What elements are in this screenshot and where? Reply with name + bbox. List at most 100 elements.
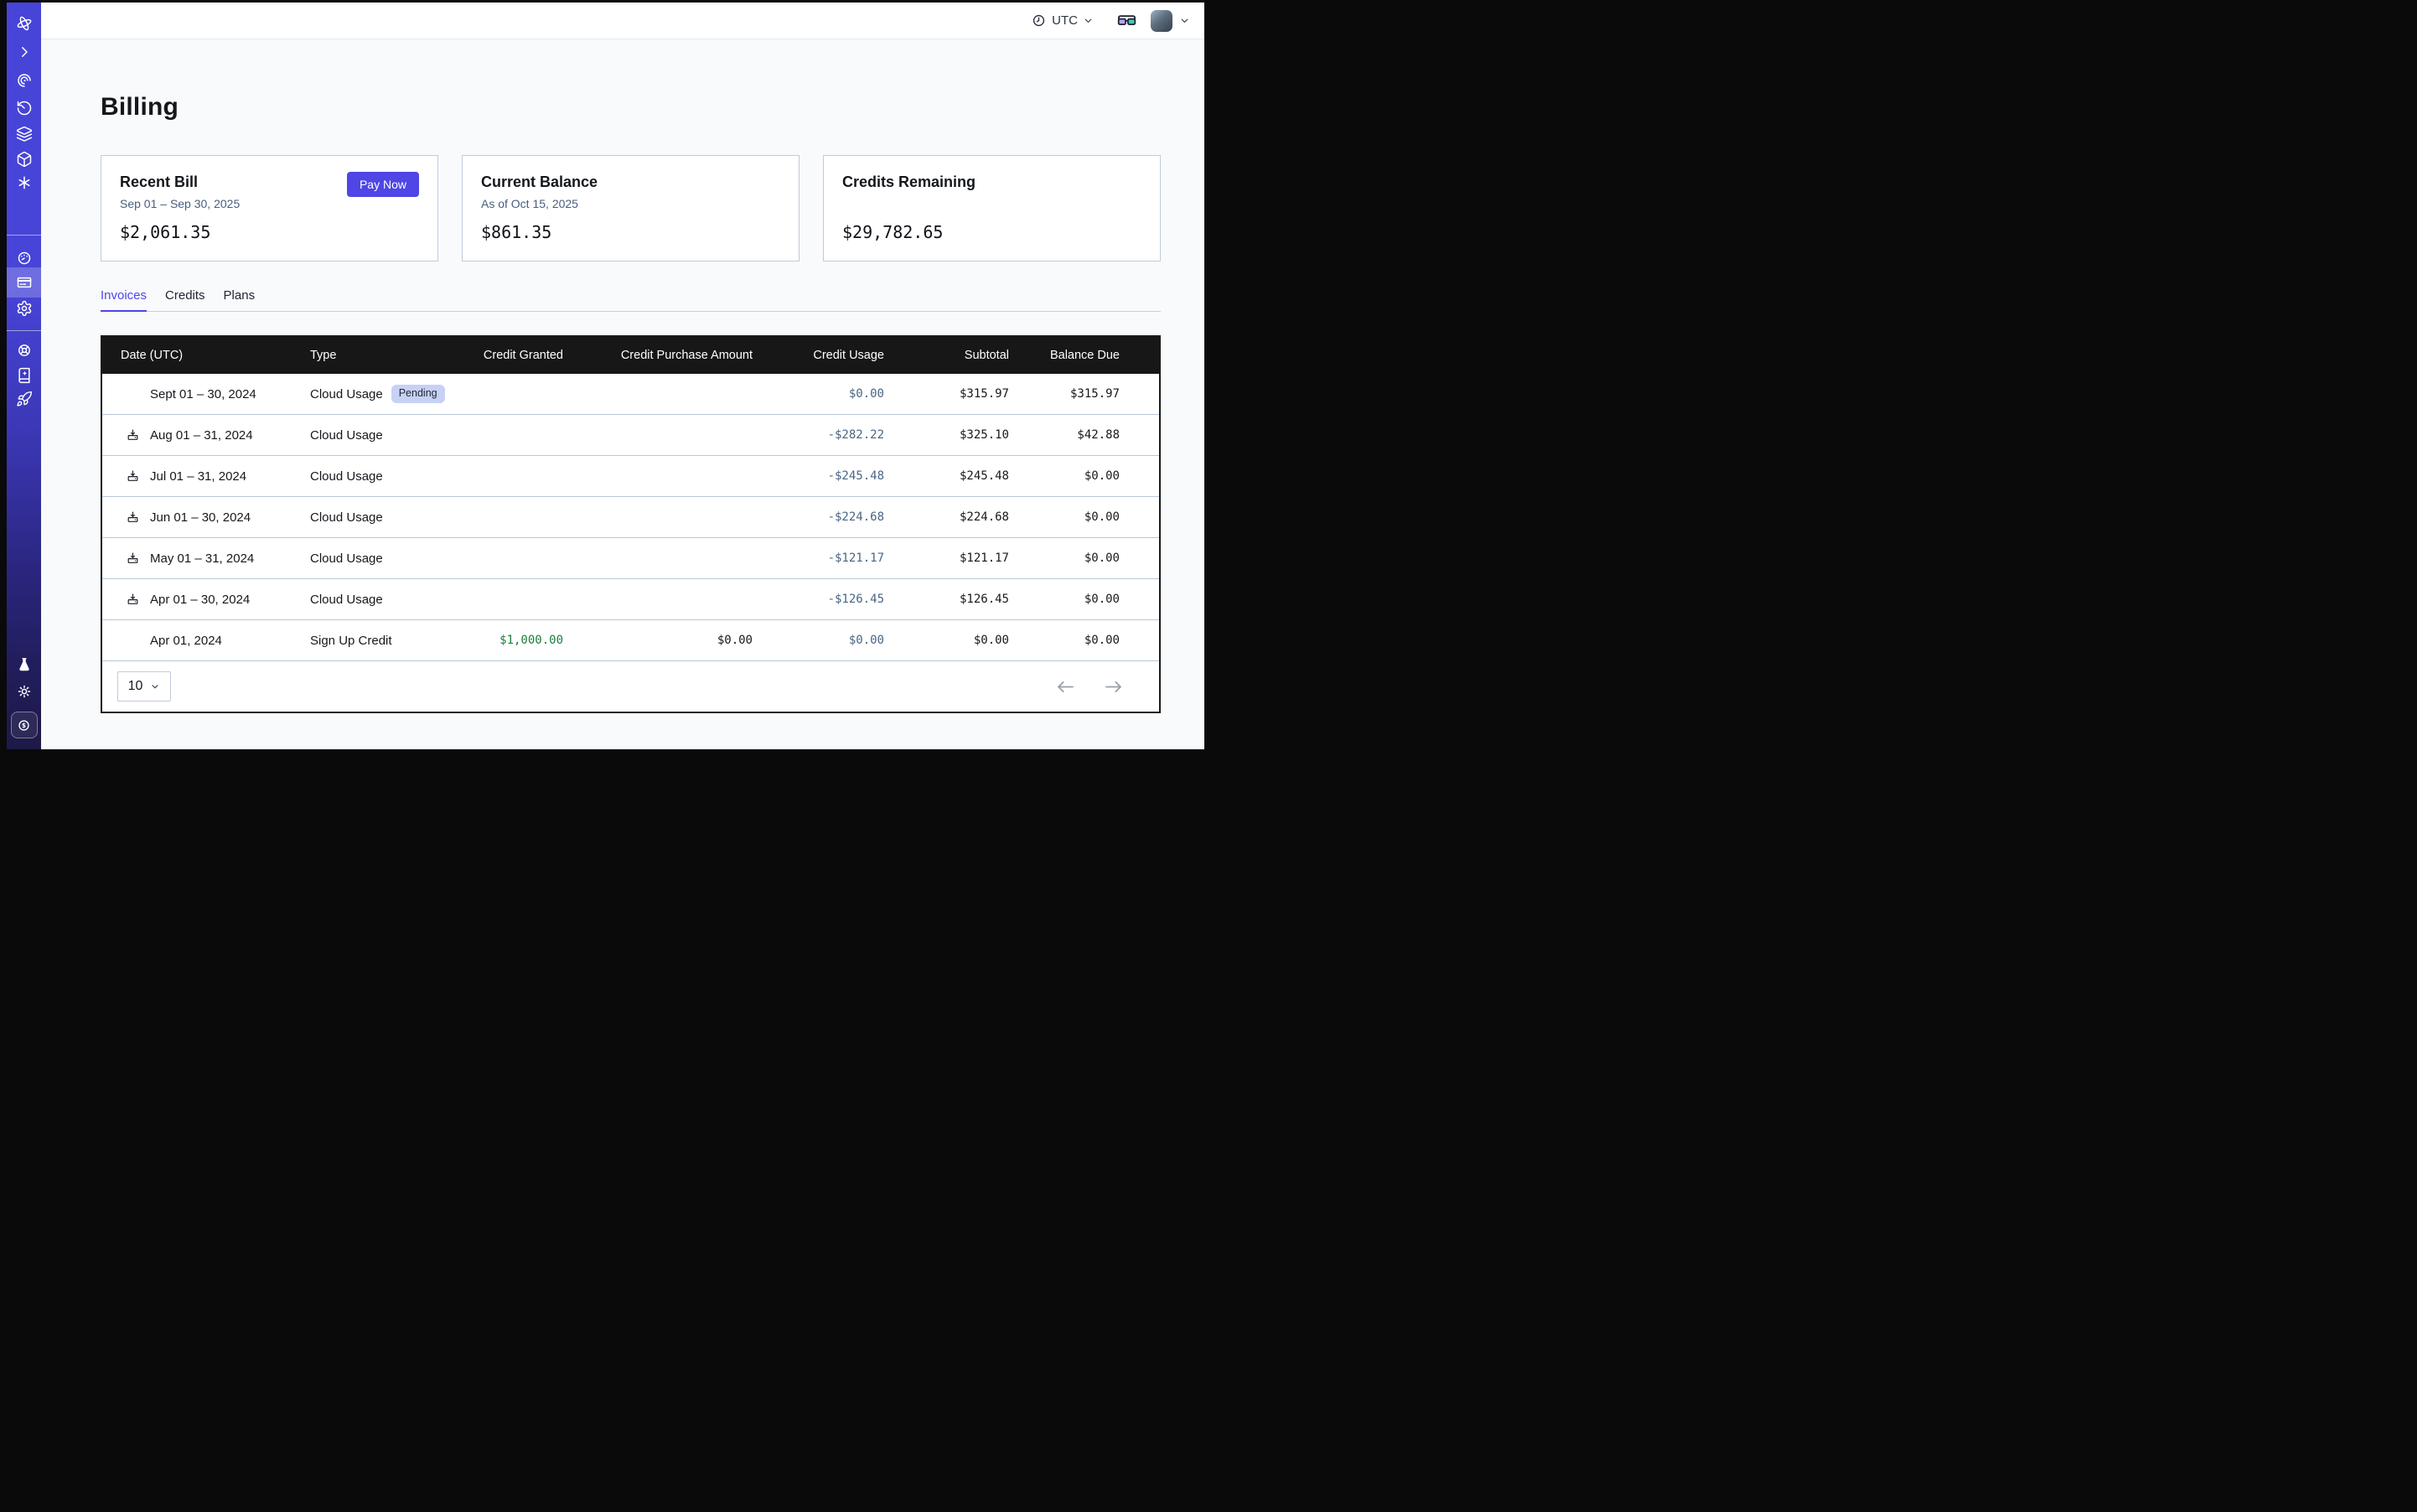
next-page-arrow-icon[interactable] bbox=[1104, 680, 1123, 694]
download-icon[interactable] bbox=[127, 469, 139, 483]
sidebar-item-billing[interactable] bbox=[7, 267, 41, 298]
table-row: Aug 01 – 31, 2024 Cloud Usage -$282.22 $… bbox=[102, 415, 1159, 456]
card-subtitle bbox=[842, 197, 1141, 211]
balance-due-cell: $315.97 bbox=[1009, 387, 1159, 401]
subtotal-cell: $0.00 bbox=[884, 634, 1009, 647]
sidebar-item-spiral[interactable] bbox=[7, 67, 41, 94]
chevron-down-icon bbox=[1083, 15, 1094, 26]
invoice-date: Apr 01 – 30, 2024 bbox=[150, 593, 250, 607]
ship-wheel-icon bbox=[16, 342, 33, 359]
tab-plans[interactable]: Plans bbox=[224, 288, 256, 311]
column-header: Subtotal bbox=[884, 349, 1009, 362]
credit-usage-cell: $0.00 bbox=[753, 634, 884, 647]
invoice-date-cell: Jun 01 – 30, 2024 bbox=[102, 510, 302, 525]
sidebar: $ bbox=[7, 3, 41, 749]
invoice-date-cell: May 01 – 31, 2024 bbox=[102, 551, 302, 566]
subtotal-cell: $121.17 bbox=[884, 551, 1009, 565]
timezone-label: UTC bbox=[1052, 13, 1078, 28]
sidebar-item-asterisk[interactable] bbox=[7, 169, 41, 196]
credit-usage-cell: -$245.48 bbox=[753, 469, 884, 483]
invoice-date-cell: Apr 01 – 30, 2024 bbox=[102, 593, 302, 607]
sidebar-item-layers[interactable] bbox=[7, 121, 41, 148]
credit-granted-cell: $1,000.00 bbox=[479, 634, 563, 647]
3d-glasses-button[interactable] bbox=[1116, 10, 1137, 31]
invoice-date: Jul 01 – 31, 2024 bbox=[150, 469, 246, 484]
table-header: Date (UTC) Type Credit Granted Credit Pu… bbox=[102, 337, 1159, 374]
card-subtitle: As of Oct 15, 2025 bbox=[481, 197, 780, 211]
flask-icon bbox=[16, 656, 33, 673]
topbar: UTC bbox=[41, 3, 1204, 39]
pagination-controls bbox=[1056, 680, 1123, 694]
card-subtitle: Sep 01 – Sep 30, 2025 bbox=[120, 197, 419, 211]
invoice-type: Cloud Usage bbox=[310, 428, 383, 443]
previous-page-arrow-icon[interactable] bbox=[1056, 680, 1075, 694]
sidebar-item-settings[interactable] bbox=[7, 295, 41, 322]
invoice-date: Apr 01, 2024 bbox=[150, 634, 222, 648]
timezone-selector[interactable]: UTC bbox=[1032, 13, 1094, 28]
subtotal-cell: $126.45 bbox=[884, 593, 1009, 606]
balance-due-cell: $42.88 bbox=[1009, 428, 1159, 442]
user-avatar[interactable] bbox=[1151, 10, 1172, 32]
gauge-icon bbox=[16, 250, 33, 267]
tab-invoices[interactable]: Invoices bbox=[101, 288, 147, 312]
orbit-logo-icon[interactable] bbox=[7, 10, 41, 37]
sidebar-item-support[interactable] bbox=[7, 337, 41, 364]
credit-usage-cell: -$224.68 bbox=[753, 510, 884, 524]
book-sparkle-icon bbox=[16, 367, 33, 384]
status-badge: Pending bbox=[391, 385, 445, 403]
sidebar-item-credits-offer[interactable]: $ bbox=[7, 711, 41, 739]
column-header: Credit Granted bbox=[479, 349, 563, 362]
sidebar-item-theme[interactable] bbox=[7, 678, 41, 705]
current-balance-card: Current Balance As of Oct 15, 2025 $861.… bbox=[462, 155, 800, 261]
page-title: Billing bbox=[101, 92, 1161, 122]
balance-due-cell: $0.00 bbox=[1009, 634, 1159, 647]
table-row: Apr 01 – 30, 2024 Cloud Usage -$126.45 $… bbox=[102, 579, 1159, 620]
card-title: Credits Remaining bbox=[842, 172, 1141, 192]
invoice-type-cell: Cloud Usage Pending bbox=[302, 385, 479, 403]
balance-due-cell: $0.00 bbox=[1009, 551, 1159, 565]
pay-now-button[interactable]: Pay Now bbox=[347, 172, 419, 197]
sidebar-item-history[interactable] bbox=[7, 95, 41, 122]
download-icon[interactable] bbox=[127, 428, 139, 442]
download-icon[interactable] bbox=[127, 551, 139, 565]
card-amount: $2,061.35 bbox=[120, 222, 419, 242]
page-size-select[interactable]: 10 bbox=[117, 671, 171, 702]
invoice-date: May 01 – 31, 2024 bbox=[150, 551, 254, 566]
chevron-down-icon[interactable] bbox=[1179, 15, 1190, 26]
tab-credits[interactable]: Credits bbox=[165, 288, 205, 311]
invoices-table: Date (UTC) Type Credit Granted Credit Pu… bbox=[101, 335, 1161, 713]
screenshot-frame: $ UTC Billing bbox=[0, 0, 1208, 756]
credit-usage-cell: $0.00 bbox=[753, 387, 884, 401]
sidebar-divider bbox=[7, 235, 41, 236]
subtotal-cell: $245.48 bbox=[884, 469, 1009, 483]
chevron-right-icon bbox=[17, 44, 32, 60]
sidebar-item-collapse[interactable] bbox=[7, 39, 41, 65]
column-header: Balance Due bbox=[1009, 349, 1159, 362]
table-row: Jun 01 – 30, 2024 Cloud Usage -$224.68 $… bbox=[102, 497, 1159, 538]
gear-icon bbox=[16, 300, 33, 317]
invoice-date: Aug 01 – 31, 2024 bbox=[150, 428, 253, 443]
subtotal-cell: $325.10 bbox=[884, 428, 1009, 442]
download-icon[interactable] bbox=[127, 510, 139, 524]
rocket-icon bbox=[16, 391, 33, 407]
main-content: Billing Recent Bill Sep 01 – Sep 30, 202… bbox=[41, 39, 1204, 749]
asterisk-icon bbox=[16, 174, 33, 191]
table-row: Jul 01 – 31, 2024 Cloud Usage -$245.48 $… bbox=[102, 456, 1159, 497]
sidebar-item-getting-started[interactable] bbox=[7, 386, 41, 412]
balance-due-cell: $0.00 bbox=[1009, 593, 1159, 606]
clock-icon bbox=[1032, 13, 1046, 28]
download-icon[interactable] bbox=[127, 593, 139, 606]
dollar-badge-button[interactable]: $ bbox=[11, 712, 38, 738]
subtotal-cell: $224.68 bbox=[884, 510, 1009, 524]
credits-remaining-card: Credits Remaining $29,782.65 bbox=[823, 155, 1161, 261]
invoice-type-cell: Cloud Usage bbox=[302, 593, 479, 607]
column-header: Date (UTC) bbox=[102, 349, 302, 362]
invoice-type-cell: Cloud Usage bbox=[302, 510, 479, 525]
credit-usage-cell: -$282.22 bbox=[753, 428, 884, 442]
invoice-type: Cloud Usage bbox=[310, 469, 383, 484]
invoice-date-cell: Sept 01 – 30, 2024 bbox=[102, 387, 302, 401]
sidebar-item-labs[interactable] bbox=[7, 651, 41, 678]
svg-text:$: $ bbox=[22, 722, 26, 729]
sidebar-divider bbox=[7, 330, 41, 331]
chevron-down-icon bbox=[150, 681, 160, 691]
